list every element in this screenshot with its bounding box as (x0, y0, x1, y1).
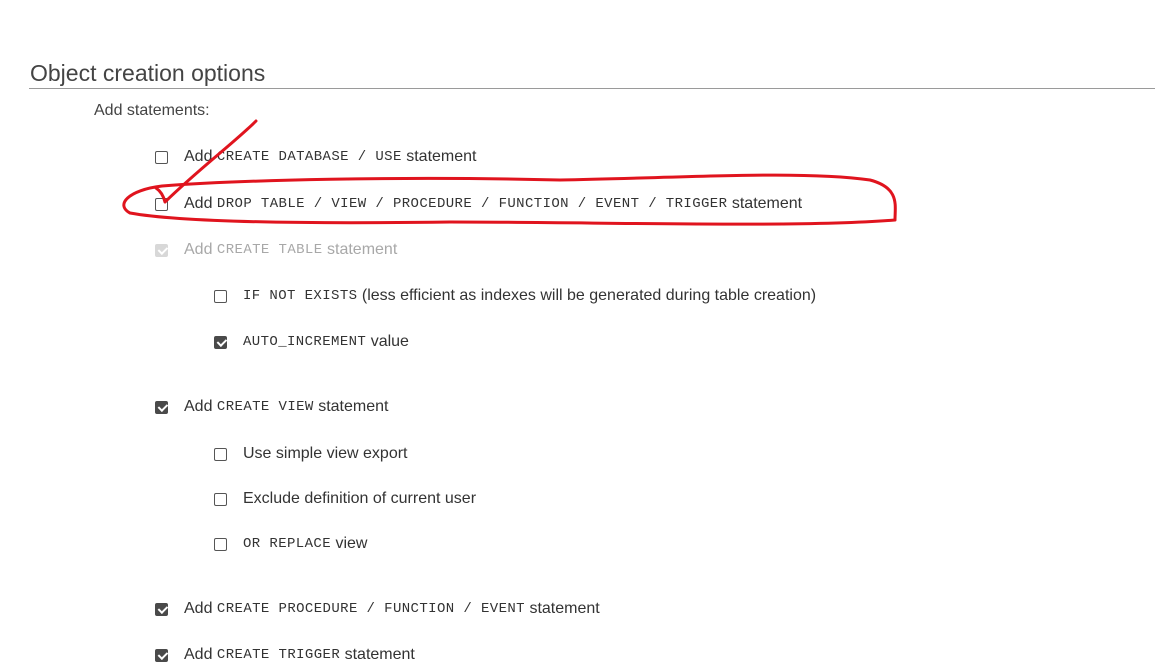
option-create-table: Add CREATE TABLE statement (155, 241, 397, 259)
option-simple-view[interactable]: Use simple view export (214, 445, 408, 463)
option-suffix: view (335, 535, 368, 552)
option-prefix: Add (184, 600, 213, 617)
option-code: IF NOT EXISTS (243, 288, 358, 304)
or-replace-checkbox[interactable] (214, 537, 227, 551)
option-suffix: statement (344, 646, 415, 663)
option-suffix: statement (406, 148, 477, 165)
option-suffix: statement (318, 398, 389, 415)
option-code: AUTO_INCREMENT (243, 334, 367, 350)
option-code: OR REPLACE (243, 536, 332, 552)
option-create-view[interactable]: Add CREATE VIEW statement (155, 398, 388, 416)
option-code: CREATE PROCEDURE / FUNCTION / EVENT (216, 601, 525, 617)
option-drop-table[interactable]: Add DROP TABLE / VIEW / PROCEDURE / FUNC… (155, 195, 802, 213)
option-code: CREATE DATABASE / USE (216, 149, 402, 165)
section-divider (29, 88, 1155, 89)
option-prefix: Add (184, 241, 213, 258)
option-code: CREATE VIEW (216, 399, 314, 415)
option-suffix: statement (731, 195, 803, 212)
option-create-trigger[interactable]: Add CREATE TRIGGER statement (155, 646, 415, 664)
option-code: CREATE TABLE (216, 242, 323, 258)
option-suffix: value (370, 333, 409, 350)
create-trigger-checkbox[interactable] (155, 648, 168, 662)
annotation-overlay (122, 119, 897, 226)
option-code: DROP TABLE / VIEW / PROCEDURE / FUNCTION… (216, 196, 728, 212)
option-label: Use simple view export (243, 445, 408, 462)
if-not-exists-checkbox[interactable] (214, 289, 227, 303)
simple-view-checkbox[interactable] (214, 447, 227, 461)
drop-table-checkbox[interactable] (155, 197, 168, 211)
auto-increment-checkbox[interactable] (214, 335, 227, 349)
option-exclude-definer[interactable]: Exclude definition of current user (214, 490, 476, 508)
option-label: Exclude definition of current user (243, 490, 477, 507)
option-or-replace[interactable]: OR REPLACE view (214, 535, 367, 553)
create-database-checkbox[interactable] (155, 150, 168, 164)
create-view-checkbox[interactable] (155, 400, 168, 414)
option-prefix: Add (184, 398, 213, 415)
section-title: Object creation options (30, 60, 266, 86)
option-if-not-exists[interactable]: IF NOT EXISTS (less efficient as indexes… (214, 287, 816, 305)
option-suffix: statement (529, 600, 600, 617)
create-procedure-checkbox[interactable] (155, 602, 168, 616)
option-prefix: Add (184, 195, 213, 212)
option-prefix: Add (184, 646, 213, 663)
option-suffix: (less efficient as indexes will be gener… (361, 287, 817, 304)
option-create-procedure[interactable]: Add CREATE PROCEDURE / FUNCTION / EVENT … (155, 600, 600, 618)
add-statements-label: Add statements: (94, 102, 210, 119)
create-table-checkbox (155, 243, 168, 257)
option-prefix: Add (184, 148, 213, 165)
option-create-database[interactable]: Add CREATE DATABASE / USE statement (155, 148, 476, 166)
option-suffix: statement (327, 241, 398, 258)
option-auto-increment[interactable]: AUTO_INCREMENT value (214, 333, 409, 351)
exclude-definer-checkbox[interactable] (214, 492, 227, 506)
